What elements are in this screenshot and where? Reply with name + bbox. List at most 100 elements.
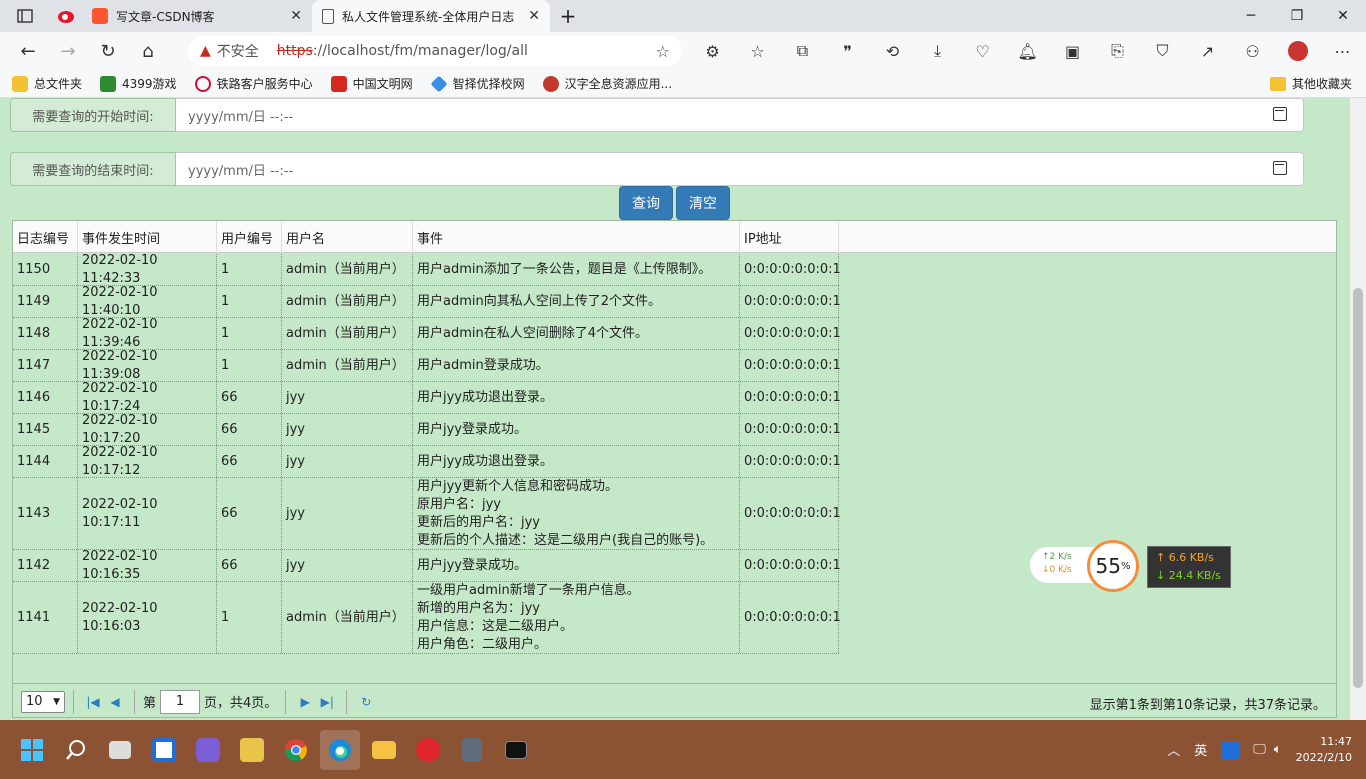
screenshot-icon[interactable]: ⎘ xyxy=(1095,41,1140,61)
more-icon[interactable]: ⋯ xyxy=(1320,42,1365,61)
tab-csdn[interactable]: 写文章-CSDN博客 ✕ xyxy=(82,0,312,32)
first-page-icon[interactable]: |◀ xyxy=(82,695,104,709)
bell-icon[interactable]: 🔔︎ xyxy=(1005,42,1050,61)
bookmark-item[interactable]: 4399游戏 xyxy=(100,75,177,92)
clock-time: 11:47 xyxy=(1320,734,1352,748)
prev-page-icon[interactable]: ◀ xyxy=(104,695,126,709)
cell-ip: 0:0:0:0:0:0:0:1 xyxy=(740,286,841,317)
tab-close-icon[interactable]: ✕ xyxy=(290,8,302,24)
extensions-icon[interactable]: ⚙ xyxy=(690,42,735,61)
health-icon[interactable]: ♡ xyxy=(960,42,1005,61)
cell-uid: 1 xyxy=(217,318,282,349)
task-view-icon[interactable] xyxy=(100,730,140,770)
network-speed-widget[interactable]: ↑2 K/s ↓0 K/s 55% ↑ 6.6 KB/s ↓ 24.4 KB/s xyxy=(1030,540,1231,592)
terminal-icon[interactable] xyxy=(496,730,536,770)
math-icon[interactable]: ▣ xyxy=(1050,42,1095,61)
column-header[interactable]: 事件发生时间 xyxy=(78,221,217,253)
column-header[interactable]: IP地址 xyxy=(740,221,839,253)
search-icon[interactable] xyxy=(56,730,96,770)
shield-icon[interactable]: ⛉ xyxy=(1140,41,1185,61)
netease-music-icon[interactable] xyxy=(408,730,448,770)
other-bookmarks[interactable]: 其他收藏夹 xyxy=(1269,75,1352,92)
end-time-label: 需要查询的结束时间: xyxy=(10,152,176,186)
table-row[interactable]: 1143 2022-02-10 10:17:11 66 jyy 用户jyy更新个人信息和… xyxy=(13,478,841,550)
table-row[interactable]: 1149 2022-02-10 11:40:10 1 admin（当前用户） 用户adm… xyxy=(13,285,841,318)
last-page-icon[interactable]: ▶| xyxy=(316,695,338,709)
cell-event: 用户jyy成功退出登录。 xyxy=(413,446,740,477)
cell-id: 1142 xyxy=(13,550,78,581)
end-time-input[interactable]: yyyy/mm/日 --:-- xyxy=(176,152,1304,186)
table-row[interactable]: 1145 2022-02-10 10:17:20 66 jyy 用户jyy登录成功。 0:… xyxy=(13,413,841,446)
back-icon[interactable]: ← xyxy=(8,35,48,67)
collections-icon[interactable]: ⧉ xyxy=(780,41,825,61)
home-icon[interactable]: ⌂ xyxy=(128,35,168,67)
table-row[interactable]: 1148 2022-02-10 11:39:46 1 admin（当前用户） 用户adm… xyxy=(13,317,841,350)
calendar-icon[interactable] xyxy=(1273,107,1287,121)
widgets-icon[interactable] xyxy=(144,730,184,770)
chevron-up-icon[interactable]: ︿ xyxy=(1167,740,1180,759)
bookmark-item[interactable]: 铁路客户服务中心 xyxy=(194,75,313,92)
calculator-icon[interactable] xyxy=(452,730,492,770)
page-number-input[interactable]: 1 xyxy=(160,689,201,714)
edge-icon[interactable] xyxy=(320,729,360,770)
bookmark-item[interactable]: 总文件夹 xyxy=(12,75,82,92)
favorites-icon[interactable]: ☆ xyxy=(735,42,780,61)
quote-icon[interactable]: ❞ xyxy=(825,42,870,61)
column-header[interactable]: 用户名 xyxy=(282,221,413,253)
file-explorer-icon[interactable] xyxy=(364,730,404,770)
share-icon[interactable]: ↗ xyxy=(1185,42,1230,61)
column-header[interactable]: 日志编号 xyxy=(13,221,78,253)
volume-icon[interactable]: 🔈︎ xyxy=(1274,742,1282,757)
cell-time: 2022-02-10 11:39:08 xyxy=(78,349,217,382)
log-table: 日志编号 事件发生时间 用户编号 用户名 事件 IP地址 1150 2022-02… xyxy=(12,220,1337,718)
next-page-icon[interactable]: ▶ xyxy=(294,695,316,709)
table-row[interactable]: 1146 2022-02-10 10:17:24 66 jyy 用户jyy成功退出登录。… xyxy=(13,381,841,414)
table-row[interactable]: 1147 2022-02-10 11:39:08 1 admin（当前用户） 用户adm… xyxy=(13,349,841,382)
tab-actions-icon[interactable] xyxy=(0,0,50,32)
chrome-icon[interactable] xyxy=(276,730,316,770)
profile-switch-icon[interactable]: ⚇ xyxy=(1230,42,1275,61)
network-icon[interactable]: 🖵︎ xyxy=(1253,742,1266,757)
tab-file-manager[interactable]: 私人文件管理系统-全体用户日志 ✕ xyxy=(312,0,550,32)
column-header[interactable]: 用户编号 xyxy=(217,221,282,253)
scrollbar-thumb[interactable] xyxy=(1353,288,1363,688)
teams-icon[interactable] xyxy=(188,730,228,770)
query-button[interactable]: 查询 xyxy=(619,186,673,220)
weibo-tab-icon[interactable] xyxy=(50,0,82,32)
history-icon[interactable]: ⟲ xyxy=(870,42,915,61)
pagination: 10 ▼ |◀ ◀ 第 1 页，共4页。 ▶ ▶| ↻ 显示第1条到第10条记录，… xyxy=(13,683,1336,719)
baidu-icon[interactable] xyxy=(1221,740,1240,759)
bookmark-item[interactable]: 智择优择校网 xyxy=(430,75,525,92)
clock-date: 2022/2/10 xyxy=(1295,750,1352,764)
new-tab-icon[interactable]: + xyxy=(550,0,586,32)
table-row[interactable]: 1144 2022-02-10 10:17:12 66 jyy 用户jyy成功退出登录。… xyxy=(13,445,841,478)
cell-id: 1149 xyxy=(13,286,78,317)
clock[interactable]: 11:47 2022/2/10 xyxy=(1296,734,1366,766)
column-header[interactable]: 事件 xyxy=(413,221,740,253)
close-window-icon[interactable]: ✕ xyxy=(1320,0,1366,32)
page-size-select[interactable]: 10 ▼ xyxy=(21,690,65,713)
avatar[interactable] xyxy=(1275,41,1320,62)
favorite-star-icon[interactable]: ☆ xyxy=(656,42,670,61)
start-icon[interactable] xyxy=(12,730,52,770)
address-bar[interactable]: ▲ 不安全 https ://localhost/fm/manager/log/… xyxy=(188,36,682,66)
bookmark-item[interactable]: 中国文明网 xyxy=(330,75,413,92)
download-icon[interactable]: ⤓ xyxy=(915,41,960,61)
table-row[interactable]: 1150 2022-02-10 11:42:33 1 admin（当前用户） 用户adm… xyxy=(13,253,841,286)
refresh-icon[interactable]: ↻ xyxy=(88,35,128,67)
tab-close-icon[interactable]: ✕ xyxy=(528,8,540,24)
forward-icon[interactable]: → xyxy=(48,35,88,67)
table-row[interactable]: 1141 2022-02-10 10:16:03 1 admin（当前用户） 一级用户a… xyxy=(13,582,841,654)
maximize-icon[interactable]: ❐ xyxy=(1274,0,1320,32)
minimize-icon[interactable]: ─ xyxy=(1228,0,1274,32)
clear-button[interactable]: 清空 xyxy=(676,186,730,220)
bookmark-item[interactable]: 汉字全息资源应用... xyxy=(542,75,672,92)
notes-icon[interactable] xyxy=(232,730,272,770)
calendar-icon[interactable] xyxy=(1273,161,1287,175)
ime-indicator[interactable]: 英 xyxy=(1194,740,1207,759)
table-row[interactable]: 1142 2022-02-10 10:16:35 66 jyy 用户jyy登录成功。 0:… xyxy=(13,549,841,582)
cell-ip: 0:0:0:0:0:0:0:1 xyxy=(740,350,841,381)
page-scrollbar[interactable] xyxy=(1350,98,1366,720)
start-time-input[interactable]: yyyy/mm/日 --:-- xyxy=(176,98,1304,132)
reload-icon[interactable]: ↻ xyxy=(355,695,377,709)
